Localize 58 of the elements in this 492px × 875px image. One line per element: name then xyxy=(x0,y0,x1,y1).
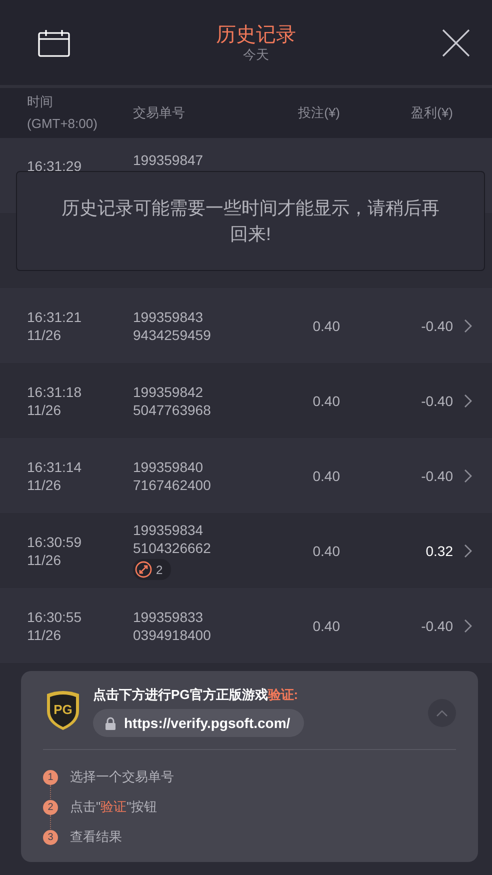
verify-link[interactable]: https://verify.pgsoft.com/ xyxy=(93,709,304,737)
chevron-right-icon[interactable] xyxy=(463,392,473,408)
step-text: 查看结果 xyxy=(70,828,122,846)
profit-amount: 0.32 xyxy=(424,542,453,558)
order-number: 199359840 xyxy=(133,458,204,476)
order-number: 199359834 xyxy=(133,521,204,539)
free-spin-badge: 2 xyxy=(133,559,171,580)
column-header: 交易单号 xyxy=(133,104,186,122)
close-icon[interactable] xyxy=(442,28,470,56)
timezone-label: (GMT+8:00) xyxy=(27,115,98,133)
profit-amount: -0.40 xyxy=(420,392,453,408)
profit-amount: -0.40 xyxy=(420,318,453,334)
row-date: 11/26 xyxy=(27,626,61,644)
bet-amount: 0.40 xyxy=(312,468,340,484)
order-number: 5047763968 xyxy=(133,400,211,418)
chevron-right-icon[interactable] xyxy=(463,542,473,558)
chevron-up-icon xyxy=(436,709,448,717)
bet-amount: 0.40 xyxy=(312,542,340,558)
row-time: 16:31:18 xyxy=(27,382,82,400)
row-date: 11/26 xyxy=(27,326,61,344)
order-number: 199359847 xyxy=(133,151,204,169)
column-header: 时间 xyxy=(27,93,54,111)
column-header: 盈利(¥) xyxy=(410,104,453,122)
row-date: 11/26 xyxy=(27,400,61,418)
row-time: 16:30:59 xyxy=(27,532,82,550)
bet-amount: 0.40 xyxy=(312,618,340,634)
row-time: 16:30:55 xyxy=(27,608,82,626)
step-text: 点击"验证"按钮 xyxy=(70,798,158,816)
column-header: 投注(¥) xyxy=(297,104,340,122)
order-number: 199359843 xyxy=(133,308,204,326)
profit-amount: -0.40 xyxy=(420,468,453,484)
bet-amount: 0.40 xyxy=(312,392,340,408)
lock-icon xyxy=(105,716,116,730)
order-number: 7167462400 xyxy=(133,476,211,494)
order-number: 199359833 xyxy=(133,608,204,626)
arrows-circle-icon xyxy=(135,561,152,578)
profit-amount: -0.40 xyxy=(420,618,453,634)
row-time: 16:31:14 xyxy=(27,458,82,476)
row-time: 16:31:21 xyxy=(27,308,82,326)
chevron-right-icon[interactable] xyxy=(463,468,473,484)
order-number: 199359842 xyxy=(133,382,204,400)
chevron-right-icon[interactable] xyxy=(463,618,473,634)
step-number: 3 xyxy=(43,830,58,844)
date-subtitle: 今天 xyxy=(243,47,269,62)
calendar-icon[interactable] xyxy=(38,28,70,56)
step-text: 选择一个交易单号 xyxy=(70,768,174,786)
page-title: 历史记录 xyxy=(216,23,296,47)
bet-amount: 0.40 xyxy=(312,318,340,334)
verify-title: 点击下方进行PG官方正版游戏验证: xyxy=(93,686,300,704)
order-number: 5104326662 xyxy=(133,539,211,557)
row-date: 11/26 xyxy=(27,476,61,494)
chevron-right-icon[interactable] xyxy=(463,318,473,334)
step-number: 2 xyxy=(43,800,58,814)
row-date: 11/26 xyxy=(27,550,61,568)
step-number: 1 xyxy=(43,770,58,784)
order-number: 9434259459 xyxy=(133,326,211,344)
order-number: 0394918400 xyxy=(133,626,211,644)
notice-message: 历史记录可能需要一些时间才能显示，请稍后再回来! xyxy=(16,171,485,271)
